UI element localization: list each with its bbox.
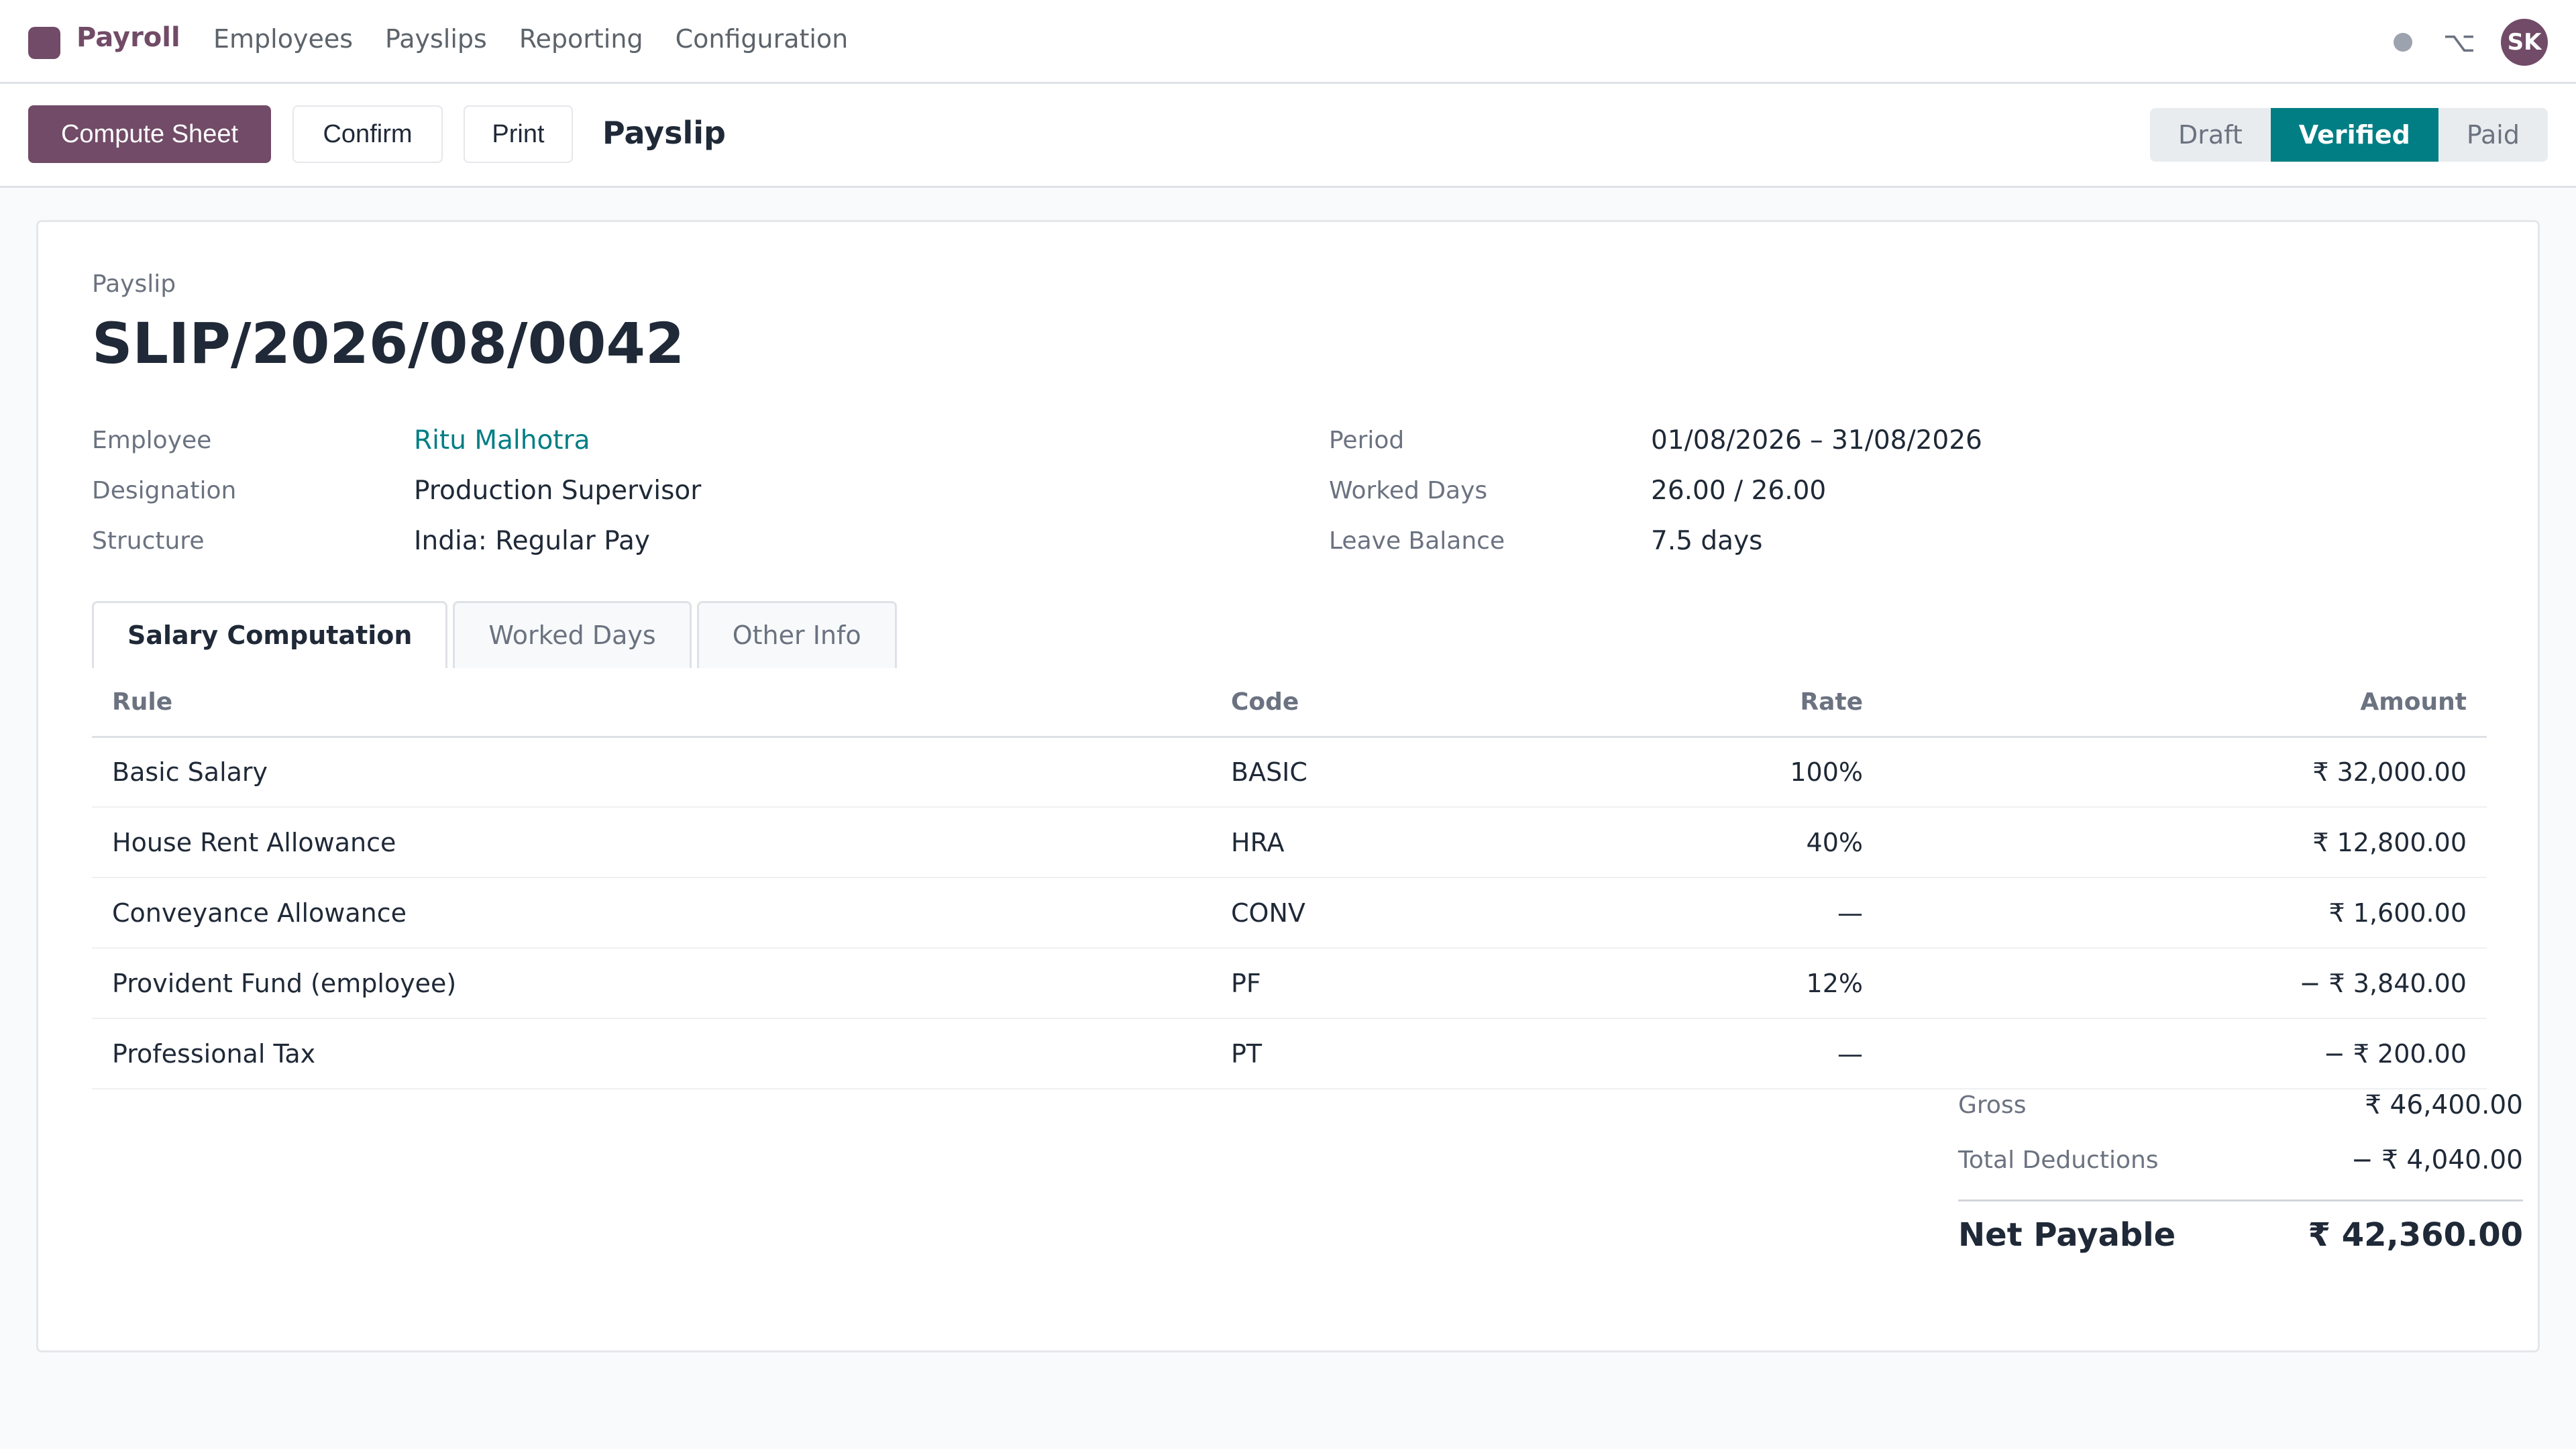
rate-cell: 40% <box>1680 807 1883 878</box>
rule-cell: Provident Fund (employee) <box>92 948 1211 1019</box>
avatar[interactable]: SK <box>2501 19 2548 66</box>
field-label: Structure <box>92 527 205 555</box>
rate-cell: 100% <box>1680 737 1883 808</box>
field-label: Worked Days <box>1329 477 1488 504</box>
status-draft[interactable]: Draft <box>2150 108 2271 162</box>
amount-cell: − ₹ 3,840.00 <box>1883 948 2487 1019</box>
net-payable-row: Net Payable ₹ 42,360.00 <box>1958 1208 2523 1262</box>
print-button[interactable]: Print <box>464 105 573 163</box>
amount-cell: ₹ 1,600.00 <box>1883 877 2487 949</box>
code-cell: BASIC <box>1211 737 1680 808</box>
field-label: Leave Balance <box>1329 527 1505 555</box>
rule-cell: House Rent Allowance <box>92 807 1211 878</box>
menu-reporting[interactable]: Reporting <box>519 20 643 58</box>
status-paid[interactable]: Paid <box>2438 108 2548 162</box>
record-type-label: Payslip <box>92 270 176 298</box>
deductions-row: Total Deductions − ₹ 4,040.00 <box>1958 1132 2523 1187</box>
period-value[interactable]: 01/08/2026 – 31/08/2026 <box>1651 425 1982 455</box>
rule-cell: Basic Salary <box>92 737 1211 808</box>
gross-row: Gross ₹ 46,400.00 <box>1958 1077 2523 1132</box>
status-dot-icon[interactable] <box>2393 33 2412 52</box>
leave-balance-value[interactable]: 7.5 days <box>1651 526 1762 556</box>
control-panel: Compute Sheet Confirm Print Payslip Draf… <box>0 84 2576 188</box>
totals-summary: Gross ₹ 46,400.00 Total Deductions − ₹ 4… <box>1958 1077 2523 1262</box>
field-label: Period <box>1329 427 1405 454</box>
notebook-tabs: Salary Computation Worked Days Other Inf… <box>92 601 902 668</box>
rate-cell: — <box>1680 877 1883 949</box>
tab-worked-days[interactable]: Worked Days <box>453 601 692 668</box>
employee-link[interactable]: Ritu Malhotra <box>414 425 590 455</box>
code-cell: HRA <box>1211 807 1680 878</box>
field-designation: Designation Production Supervisor <box>92 466 701 516</box>
code-cell: CONV <box>1211 877 1680 949</box>
rule-cell: Professional Tax <box>92 1018 1211 1089</box>
net-payable-label: Net Payable <box>1958 1216 2176 1254</box>
table-row[interactable]: Conveyance Allowance CONV — ₹ 1,600.00 <box>92 877 2487 949</box>
field-label: Employee <box>92 427 212 454</box>
column-header-rate[interactable]: Rate <box>1680 668 1883 738</box>
top-navbar: Payroll Employees Payslips Reporting Con… <box>0 0 2576 84</box>
left-field-group: Employee Ritu Malhotra Designation Produ… <box>92 415 701 566</box>
debug-icon[interactable]: ⌥ <box>2443 23 2475 61</box>
confirm-button[interactable]: Confirm <box>292 105 443 163</box>
tab-other-info[interactable]: Other Info <box>696 601 897 668</box>
field-structure: Structure India: Regular Pay <box>92 516 701 566</box>
menu-configuration[interactable]: Configuration <box>676 20 849 58</box>
code-cell: PF <box>1211 948 1680 1019</box>
designation-value[interactable]: Production Supervisor <box>414 476 701 506</box>
table-row[interactable]: House Rent Allowance HRA 40% ₹ 12,800.00 <box>92 807 2487 878</box>
field-worked-days: Worked Days 26.00 / 26.00 <box>1329 466 1982 516</box>
form-sheet: Payslip SLIP/2026/08/0042 Employee Ritu … <box>36 220 2540 1352</box>
code-cell: PT <box>1211 1018 1680 1089</box>
compute-sheet-button[interactable]: Compute Sheet <box>28 105 271 163</box>
gross-label: Gross <box>1958 1091 2027 1119</box>
gross-value: ₹ 46,400.00 <box>2365 1089 2523 1120</box>
rule-cell: Conveyance Allowance <box>92 877 1211 949</box>
menu-employees[interactable]: Employees <box>213 20 353 58</box>
status-bar: Draft Verified Paid <box>2150 108 2548 162</box>
field-employee: Employee Ritu Malhotra <box>92 415 701 466</box>
breadcrumb: Payslip <box>602 115 726 151</box>
deductions-label: Total Deductions <box>1958 1146 2159 1174</box>
totals-divider <box>1958 1199 2523 1201</box>
net-payable-value: ₹ 42,360.00 <box>2308 1216 2523 1254</box>
amount-cell: ₹ 12,800.00 <box>1883 807 2487 878</box>
salary-lines-table: Rule Code Rate Amount Basic Salary BASIC… <box>92 668 2487 1089</box>
systray: ⌥ SK <box>2393 19 2548 66</box>
column-header-code[interactable]: Code <box>1211 668 1680 738</box>
field-label: Designation <box>92 477 237 504</box>
payroll-app-icon[interactable] <box>28 27 60 59</box>
structure-value[interactable]: India: Regular Pay <box>414 526 650 556</box>
main-menu: Employees Payslips Reporting Configurati… <box>213 20 880 58</box>
menu-payslips[interactable]: Payslips <box>385 20 487 58</box>
column-header-amount[interactable]: Amount <box>1883 668 2487 738</box>
field-leave-balance: Leave Balance 7.5 days <box>1329 516 1982 566</box>
status-verified[interactable]: Verified <box>2270 108 2438 162</box>
payslip-number: SLIP/2026/08/0042 <box>92 311 685 376</box>
right-field-group: Period 01/08/2026 – 31/08/2026 Worked Da… <box>1329 415 1982 566</box>
field-period: Period 01/08/2026 – 31/08/2026 <box>1329 415 1982 466</box>
table-row[interactable]: Provident Fund (employee) PF 12% − ₹ 3,8… <box>92 948 2487 1019</box>
deductions-value: − ₹ 4,040.00 <box>2351 1144 2523 1175</box>
rate-cell: 12% <box>1680 948 1883 1019</box>
app-name[interactable]: Payroll <box>76 19 180 56</box>
table-row[interactable]: Basic Salary BASIC 100% ₹ 32,000.00 <box>92 737 2487 808</box>
rate-cell: — <box>1680 1018 1883 1089</box>
worked-days-value[interactable]: 26.00 / 26.00 <box>1651 476 1826 506</box>
tab-salary-computation[interactable]: Salary Computation <box>92 601 448 668</box>
table-header-row: Rule Code Rate Amount <box>92 668 2487 738</box>
amount-cell: ₹ 32,000.00 <box>1883 737 2487 808</box>
column-header-rule[interactable]: Rule <box>92 668 1211 738</box>
